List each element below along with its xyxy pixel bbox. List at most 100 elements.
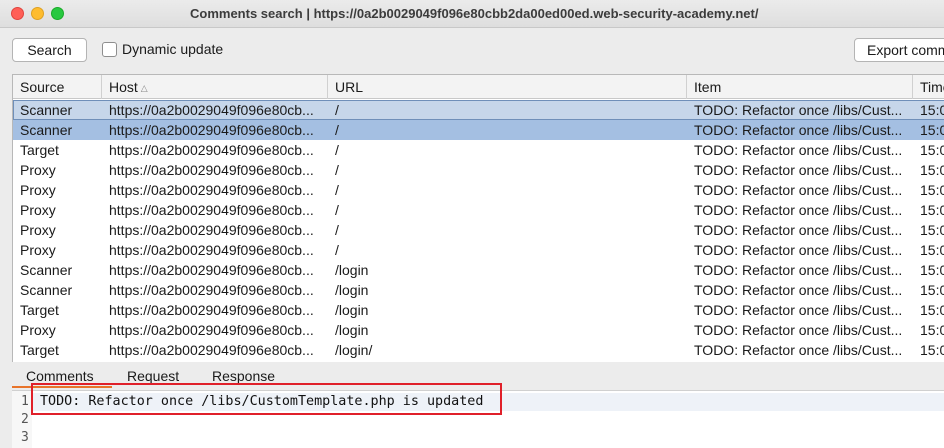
cell-source: Scanner [20, 282, 73, 298]
cell-source: Scanner [20, 262, 73, 278]
cell-item: TODO: Refactor once /libs/Cust... [694, 242, 903, 258]
table-row[interactable]: Scanner https://0a2b0029049f096e80cb... / T… [13, 120, 944, 140]
cell-item: TODO: Refactor once /libs/Cust... [694, 182, 903, 198]
line-number: 3 [21, 430, 29, 445]
cell-source: Proxy [20, 242, 56, 258]
cell-time: 15:03 [920, 262, 944, 278]
cell-time: 15:04 [920, 182, 944, 198]
line-number: 1 [21, 394, 29, 409]
table-row[interactable]: Target https://0a2b0029049f096e80cb... /lo… [13, 340, 944, 360]
maximize-window-button[interactable] [51, 7, 64, 20]
cell-time: 15:04 [920, 202, 944, 218]
export-comments-button[interactable]: Export comm [854, 38, 944, 62]
table-row[interactable]: Proxy https://0a2b0029049f096e80cb... / TOD… [13, 180, 944, 200]
cell-time: 15:03 [920, 122, 944, 138]
cell-source: Target [20, 342, 59, 358]
cell-item: TODO: Refactor once /libs/Cust... [694, 302, 903, 318]
cell-item: TODO: Refactor once /libs/Cust... [694, 142, 903, 158]
cell-host: https://0a2b0029049f096e80cb... [109, 262, 314, 278]
sort-ascending-icon: △ [140, 83, 148, 93]
table-row[interactable]: Proxy https://0a2b0029049f096e80cb... /log… [13, 320, 944, 340]
table-row[interactable]: Scanner https://0a2b0029049f096e80cb... / T… [13, 100, 944, 120]
cell-item: TODO: Refactor once /libs/Cust... [694, 122, 903, 138]
cell-url: / [335, 162, 339, 178]
cell-item: TODO: Refactor once /libs/Cust... [694, 102, 903, 118]
cell-time: 15:03 [920, 282, 944, 298]
cell-time: 15:04 [920, 222, 944, 238]
cell-time: 15:03 [920, 342, 944, 358]
cell-url: / [335, 182, 339, 198]
table-header: Source Host△ URL Item Time [13, 75, 944, 99]
column-header-url[interactable]: URL [328, 75, 687, 99]
cell-host: https://0a2b0029049f096e80cb... [109, 182, 314, 198]
cell-url: / [335, 102, 339, 118]
tab-request[interactable]: Request [127, 368, 179, 384]
cell-item: TODO: Refactor once /libs/Cust... [694, 282, 903, 298]
cell-host: https://0a2b0029049f096e80cb... [109, 142, 314, 158]
cell-host: https://0a2b0029049f096e80cb... [109, 242, 314, 258]
cell-url: / [335, 122, 339, 138]
table-body: Scanner https://0a2b0029049f096e80cb... / T… [13, 100, 944, 360]
cell-time: 15:03 [920, 142, 944, 158]
cell-host: https://0a2b0029049f096e80cb... [109, 102, 314, 118]
cell-item: TODO: Refactor once /libs/Cust... [694, 342, 903, 358]
cell-url: /login [335, 302, 369, 318]
dynamic-update-label: Dynamic update [122, 41, 224, 57]
cell-url: /login [335, 282, 369, 298]
cell-source: Proxy [20, 162, 56, 178]
minimize-window-button[interactable] [31, 7, 44, 20]
cell-time: 15:04 [920, 322, 944, 338]
column-header-source[interactable]: Source [13, 75, 102, 99]
annotation-highlight-box [31, 383, 502, 415]
cell-url: / [335, 222, 339, 238]
cell-source: Target [20, 142, 59, 158]
cell-source: Proxy [20, 182, 56, 198]
table-row[interactable]: Scanner https://0a2b0029049f096e80cb... /l… [13, 280, 944, 300]
cell-source: Proxy [20, 222, 56, 238]
cell-time: 15:04 [920, 242, 944, 258]
column-header-time[interactable]: Time [913, 75, 944, 99]
cell-url: /login [335, 322, 369, 338]
tab-response[interactable]: Response [212, 368, 275, 384]
cell-source: Scanner [20, 102, 73, 118]
comments-table: Source Host△ URL Item Time Scanner https:… [12, 74, 944, 374]
tab-comments[interactable]: Comments [26, 368, 94, 384]
cell-time: 15:03 [920, 302, 944, 318]
cell-url: /login [335, 262, 369, 278]
dynamic-update-checkbox[interactable] [102, 42, 117, 57]
line-number: 2 [21, 412, 29, 427]
column-header-item[interactable]: Item [687, 75, 913, 99]
cell-host: https://0a2b0029049f096e80cb... [109, 122, 314, 138]
cell-url: / [335, 142, 339, 158]
cell-item: TODO: Refactor once /libs/Cust... [694, 322, 903, 338]
cell-item: TODO: Refactor once /libs/Cust... [694, 202, 903, 218]
column-header-host[interactable]: Host △ [102, 75, 328, 99]
table-row[interactable]: Target https://0a2b0029049f096e80cb... / TO… [13, 140, 944, 160]
table-row[interactable]: Proxy https://0a2b0029049f096e80cb... / TOD… [13, 240, 944, 260]
cell-source: Target [20, 302, 59, 318]
cell-host: https://0a2b0029049f096e80cb... [109, 222, 314, 238]
table-row[interactable]: Proxy https://0a2b0029049f096e80cb... / TOD… [13, 200, 944, 220]
table-row[interactable]: Target https://0a2b0029049f096e80cb... /lo… [13, 300, 944, 320]
window-title: Comments search | https://0a2b0029049f09… [190, 6, 759, 21]
table-row[interactable]: Scanner https://0a2b0029049f096e80cb... /l… [13, 260, 944, 280]
close-window-button[interactable] [11, 7, 24, 20]
cell-item: TODO: Refactor once /libs/Cust... [694, 262, 903, 278]
table-row[interactable]: Proxy https://0a2b0029049f096e80cb... / TOD… [13, 160, 944, 180]
cell-host: https://0a2b0029049f096e80cb... [109, 202, 314, 218]
line-number-gutter: 1 2 3 [12, 391, 32, 448]
cell-host: https://0a2b0029049f096e80cb... [109, 302, 314, 318]
cell-url: /login/ [335, 342, 373, 358]
cell-time: 15:04 [920, 162, 944, 178]
window-titlebar: Comments search | https://0a2b0029049f09… [0, 0, 944, 28]
cell-source: Proxy [20, 202, 56, 218]
cell-host: https://0a2b0029049f096e80cb... [109, 322, 314, 338]
table-row[interactable]: Proxy https://0a2b0029049f096e80cb... / TOD… [13, 220, 944, 240]
cell-source: Scanner [20, 122, 73, 138]
cell-host: https://0a2b0029049f096e80cb... [109, 162, 314, 178]
search-button[interactable]: Search [12, 38, 87, 62]
cell-url: / [335, 202, 339, 218]
cell-url: / [335, 242, 339, 258]
cell-time: 15:03 [920, 102, 944, 118]
cell-host: https://0a2b0029049f096e80cb... [109, 342, 314, 358]
